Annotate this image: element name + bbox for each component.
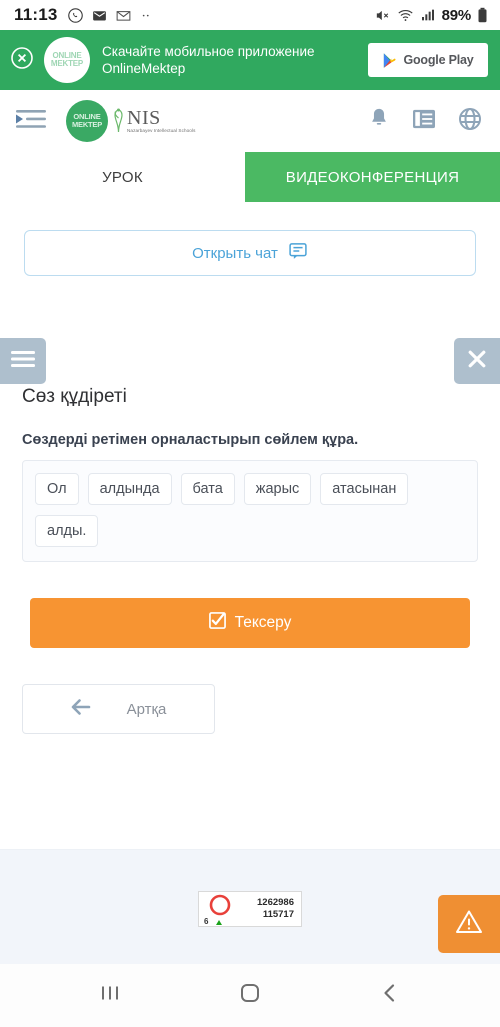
chat-bubble-icon [288, 241, 308, 265]
close-icon [467, 349, 487, 374]
counter-graphic: 6 [203, 892, 239, 926]
word-chip[interactable]: атасынан [320, 473, 409, 505]
word-chips-container: Ол алдында бата жарыс атасынан алды. [22, 460, 478, 562]
nis-sprout-icon [114, 108, 123, 133]
onlinemektep-logo: ONLINE MEKTEP [66, 100, 108, 142]
check-answer-button[interactable]: Тексеру [30, 598, 470, 648]
back-button-label: Артқа [126, 700, 167, 718]
journal-icon[interactable] [412, 108, 436, 135]
google-play-icon [384, 52, 396, 68]
check-answer-label: Тексеру [234, 614, 292, 631]
language-icon[interactable] [458, 107, 482, 136]
nis-abbr: NIS [127, 106, 161, 129]
tab-lesson[interactable]: УРОК [0, 152, 245, 202]
nis-subtitle: Nazarbayev Intellectual Schools [127, 127, 196, 133]
lesson-title: Сөз құдіреті [22, 386, 127, 407]
phone-screen: 11:13 89% ONLINE MEKTEP Скачайте мобильн… [0, 0, 500, 1027]
word-chip[interactable]: алды. [35, 515, 99, 547]
visitor-counter[interactable]: 6 1262986 115717 [198, 891, 302, 927]
open-chat-label: Открыть чат [192, 244, 278, 262]
status-battery-text: 89% [441, 6, 472, 24]
word-chip[interactable]: бата [180, 473, 235, 505]
status-left-icons [67, 7, 153, 24]
app-header: ONLINE MEKTEP NIS Nazarbayev Intellectua… [0, 90, 500, 152]
notifications-icon[interactable] [368, 107, 390, 136]
open-chat-button[interactable]: Открыть чат [24, 230, 476, 276]
tab-videoconference[interactable]: ВИДЕОКОНФЕРЕНЦИЯ [245, 152, 500, 202]
home-icon[interactable] [238, 981, 262, 1010]
back-button[interactable]: Артқа [22, 684, 215, 734]
whatsapp-icon [67, 7, 84, 24]
android-navigation-bar [0, 964, 500, 1027]
google-play-button[interactable]: Google Play [368, 43, 488, 77]
lesson-panel: Сөз құдіреті Сөздерді ретімен орналастыр… [0, 338, 500, 734]
gmail-icon [115, 7, 132, 24]
appbar-actions [368, 107, 482, 136]
promo-logo-line2: MEKTEP [50, 59, 84, 68]
checkbox-checked-icon [208, 612, 226, 634]
signal-icon [420, 7, 436, 23]
hamburger-icon [11, 350, 35, 373]
google-play-label: Google Play [403, 53, 474, 67]
lesson-close-button[interactable] [454, 338, 500, 384]
warning-triangle-icon [455, 909, 483, 940]
status-right-icons: 89% [374, 7, 488, 24]
counter-digits-line1: 1262986 [257, 897, 294, 909]
indent-menu-icon[interactable] [16, 108, 46, 135]
arrow-left-icon [71, 699, 91, 719]
more-dots-icon [139, 8, 153, 22]
word-chip[interactable]: Ол [35, 473, 79, 505]
counter-digits-line2: 115717 [262, 909, 294, 920]
lesson-menu-button[interactable] [0, 338, 46, 384]
back-chevron-icon[interactable] [379, 982, 401, 1009]
brand-line2: MEKTEP [71, 120, 103, 129]
wifi-icon [397, 7, 414, 24]
status-time: 11:13 [14, 5, 58, 24]
word-chip[interactable]: жарыс [243, 473, 312, 505]
page-footer: 6 1262986 115717 [0, 849, 500, 964]
mute-icon [374, 7, 391, 24]
nis-logo: NIS Nazarbayev Intellectual Schools [112, 106, 195, 136]
mail-icon [91, 7, 108, 24]
promo-text: Скачайте мобильное приложение OnlineMekt… [102, 43, 315, 76]
app-promo-banner: ONLINE MEKTEP Скачайте мобильное приложе… [0, 30, 500, 90]
battery-icon [477, 7, 488, 23]
report-problem-button[interactable] [438, 895, 500, 953]
task-question: Сөздерді ретімен орналастырып сөйлем құр… [22, 432, 359, 448]
onlinemektep-logo-banner: ONLINE MEKTEP [44, 37, 90, 83]
chat-section: Открыть чат [0, 202, 500, 276]
counter-digits: 1262986 115717 [257, 897, 297, 921]
section-tabs: УРОК ВИДЕОКОНФЕРЕНЦИЯ [0, 152, 500, 202]
word-chip[interactable]: алдында [87, 473, 172, 505]
status-bar: 11:13 89% [0, 0, 500, 30]
counter-number: 6 [204, 917, 209, 926]
recents-icon[interactable] [99, 982, 121, 1009]
brand-logos[interactable]: ONLINE MEKTEP NIS Nazarbayev Intellectua… [66, 100, 195, 142]
close-circle-icon[interactable] [10, 46, 34, 75]
